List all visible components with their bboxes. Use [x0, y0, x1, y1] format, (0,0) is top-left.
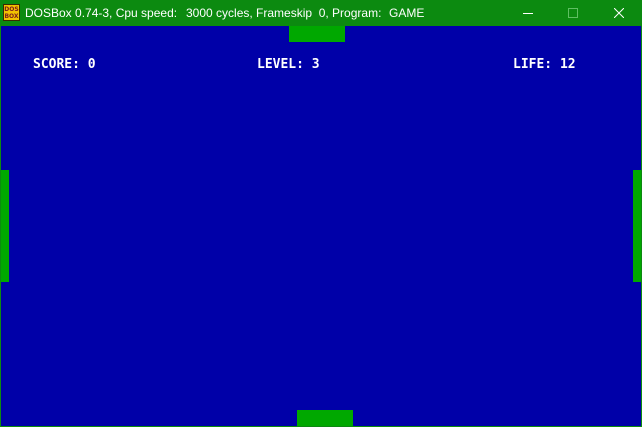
- right-paddle: [633, 170, 641, 282]
- close-button[interactable]: [596, 0, 642, 26]
- app-icon-label: DOS BOX: [4, 6, 19, 20]
- window-title-program: GAME: [389, 6, 425, 20]
- bottom-paddle: [297, 410, 353, 426]
- level-readout: LEVEL: 3: [257, 57, 320, 72]
- dosbox-app-icon[interactable]: DOS BOX: [3, 4, 20, 21]
- window-title-cycles: 3000 cycles, Frameskip 0, Program:: [186, 6, 382, 20]
- game-screen[interactable]: SCORE: 0 LEVEL: 3 LIFE: 12: [1, 26, 641, 426]
- dosbox-window: DOS BOX DOSBox 0.74-3, Cpu speed: 3000 c…: [0, 0, 642, 427]
- minimize-icon: [523, 13, 533, 14]
- score-readout: SCORE: 0: [33, 57, 96, 72]
- top-paddle: [289, 26, 345, 42]
- left-paddle: [1, 170, 9, 282]
- window-title-app: DOSBox 0.74-3, Cpu speed:: [25, 6, 178, 20]
- minimize-button[interactable]: [505, 0, 551, 26]
- title-bar[interactable]: DOS BOX DOSBox 0.74-3, Cpu speed: 3000 c…: [0, 0, 642, 26]
- maximize-button[interactable]: [550, 0, 596, 26]
- close-icon: [614, 8, 624, 18]
- maximize-icon: [568, 8, 578, 18]
- life-readout: LIFE: 12: [513, 57, 576, 72]
